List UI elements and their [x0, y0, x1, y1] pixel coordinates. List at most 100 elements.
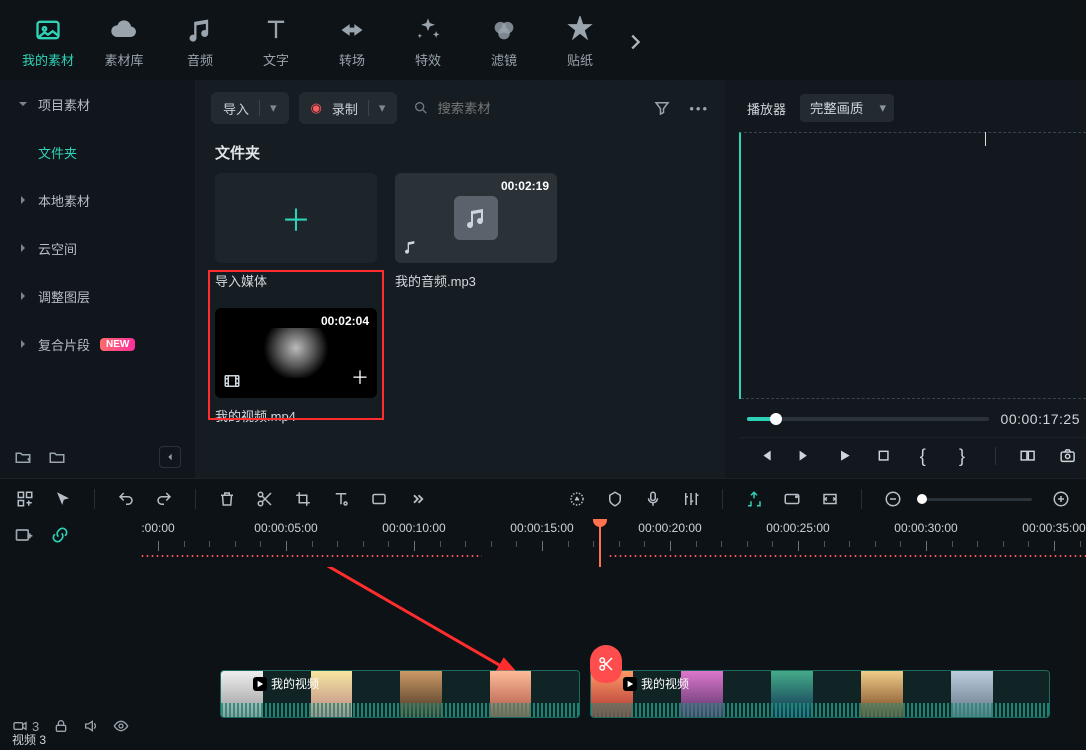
new-bin-button[interactable]	[48, 448, 66, 466]
filmstrip-icon	[223, 372, 241, 390]
import-media-card[interactable]: ＋ 导入媒体	[215, 173, 377, 290]
import-dropdown[interactable]: 导入 ▾	[211, 92, 289, 124]
timeline-ruler[interactable]: :00:00 00:00:05:00 00:00:10:00 00:00:15:…	[140, 519, 1086, 567]
stop-button[interactable]	[875, 446, 892, 466]
marker-button[interactable]	[606, 490, 624, 508]
preview-time: 00:00:17:25	[1001, 411, 1080, 427]
tab-effects[interactable]: 特效	[392, 16, 464, 69]
color-wheel-button[interactable]	[568, 490, 586, 508]
record-dropdown[interactable]: ◉ 录制 ▾	[299, 92, 398, 124]
magnet-button[interactable]	[745, 490, 763, 508]
new-folder-button[interactable]	[14, 448, 32, 466]
undo-button[interactable]	[117, 490, 135, 508]
new-badge: NEW	[100, 338, 135, 351]
voiceover-button[interactable]	[644, 490, 662, 508]
sidebar-item-local[interactable]: 本地素材	[0, 176, 195, 224]
tab-text[interactable]: 文字	[240, 16, 312, 69]
text-icon	[262, 16, 290, 44]
track-lock-button[interactable]	[53, 718, 69, 734]
search-input[interactable]	[437, 101, 557, 116]
tab-my-media[interactable]: 我的素材	[12, 16, 84, 69]
ruler-range-pre	[140, 555, 482, 557]
sidebar-item-cloud[interactable]: 云空间	[0, 224, 195, 272]
fit-button[interactable]	[821, 490, 839, 508]
layout-button[interactable]	[16, 490, 34, 508]
timeline-clip-1[interactable]: 我的视频	[220, 670, 580, 718]
track-mute-button[interactable]	[83, 718, 99, 734]
zoom-out-button[interactable]	[884, 490, 902, 508]
sparkle-icon	[414, 16, 442, 44]
timeline-playhead[interactable]	[593, 519, 607, 527]
aspect-button[interactable]	[370, 490, 388, 508]
tab-filters[interactable]: 滤镜	[468, 16, 540, 69]
track-label: 视频 3	[12, 731, 46, 748]
media-panel: 导入 ▾ ◉ 录制 ▾ ••• 文件夹 ＋ 导入媒体	[195, 80, 725, 478]
play-icon	[623, 677, 637, 691]
zoom-slider[interactable]	[922, 498, 1032, 501]
tab-audio[interactable]: 音频	[164, 16, 236, 69]
player-label: 播放器	[747, 99, 786, 118]
tab-library[interactable]: 素材库	[88, 16, 160, 69]
chevron-down-icon: ▾	[270, 100, 277, 116]
add-to-timeline-button[interactable]: ＋	[351, 364, 369, 390]
section-folder-title: 文件夹	[195, 136, 725, 173]
sidebar: 项目素材 文件夹 本地素材 云空间 调整图层 复合片段 NEW	[0, 80, 195, 478]
timeline: :00:00 00:00:05:00 00:00:10:00 00:00:15:…	[0, 478, 1086, 750]
select-tool-button[interactable]	[54, 490, 72, 508]
tab-stickers[interactable]: 贴纸	[544, 16, 616, 69]
timeline-clip-2[interactable]: 我的视频	[590, 670, 1050, 718]
sidebar-item-compound[interactable]: 复合片段 NEW	[0, 320, 195, 368]
track-add-button[interactable]	[14, 525, 34, 545]
preview-seek-slider[interactable]	[747, 417, 989, 421]
link-toggle-button[interactable]	[783, 490, 801, 508]
chevron-right-icon	[18, 291, 28, 301]
snapshot-button[interactable]	[1059, 446, 1076, 466]
play-button[interactable]	[836, 446, 853, 466]
mark-in-button[interactable]: {	[914, 446, 931, 466]
prev-frame-button[interactable]	[757, 446, 774, 466]
collapse-sidebar-button[interactable]	[159, 446, 181, 468]
filters-icon	[490, 16, 518, 44]
next-frame-button[interactable]	[796, 446, 813, 466]
crop-button[interactable]	[294, 490, 312, 508]
redo-button[interactable]	[155, 490, 173, 508]
audio-small-icon	[403, 239, 419, 255]
sidebar-item-folder[interactable]: 文件夹	[0, 128, 195, 176]
transition-icon	[338, 16, 366, 44]
sidebar-item-project[interactable]: 项目素材	[0, 80, 195, 128]
compare-button[interactable]	[1019, 446, 1036, 466]
zoom-in-button[interactable]	[1052, 490, 1070, 508]
chevron-down-icon	[18, 99, 28, 109]
canvas-playhead-tick	[985, 132, 986, 146]
mark-out-button[interactable]: }	[953, 446, 970, 466]
preview-canvas[interactable]	[739, 132, 1086, 399]
search-icon	[413, 100, 429, 116]
play-icon	[253, 677, 267, 691]
delete-button[interactable]	[218, 490, 236, 508]
ruler-range-post	[608, 555, 1086, 557]
track-visibility-button[interactable]	[113, 718, 129, 734]
tab-label: 我的素材	[22, 50, 74, 69]
filter-button[interactable]	[653, 99, 671, 117]
audio-card[interactable]: 00:02:19 我的音频.mp3	[395, 173, 557, 290]
top-tabs: 我的素材 素材库 音频 文字 转场 特效 滤镜 贴纸	[0, 0, 1086, 80]
sticker-icon	[566, 16, 594, 44]
audio-mixer-button[interactable]	[682, 490, 700, 508]
split-button[interactable]	[256, 490, 274, 508]
duration-badge: 00:02:04	[321, 314, 369, 328]
sidebar-item-adjust[interactable]: 调整图层	[0, 272, 195, 320]
split-indicator[interactable]	[590, 645, 622, 683]
tab-transition[interactable]: 转场	[316, 16, 388, 69]
chevron-right-icon	[18, 195, 28, 205]
cloud-icon	[110, 16, 138, 44]
track-link-button[interactable]	[50, 525, 70, 545]
tabs-more-button[interactable]	[624, 31, 646, 53]
video-card[interactable]: 00:02:04 ＋ 我的视频.mp4	[215, 308, 377, 425]
music-icon	[186, 16, 214, 44]
record-dot-icon: ◉	[311, 100, 322, 116]
chevron-right-icon	[18, 339, 28, 349]
text-tool-button[interactable]	[332, 490, 350, 508]
more-button[interactable]: •••	[689, 101, 709, 116]
quality-select[interactable]: 完整画质	[800, 94, 894, 122]
toolbar-more-button[interactable]	[408, 490, 426, 508]
